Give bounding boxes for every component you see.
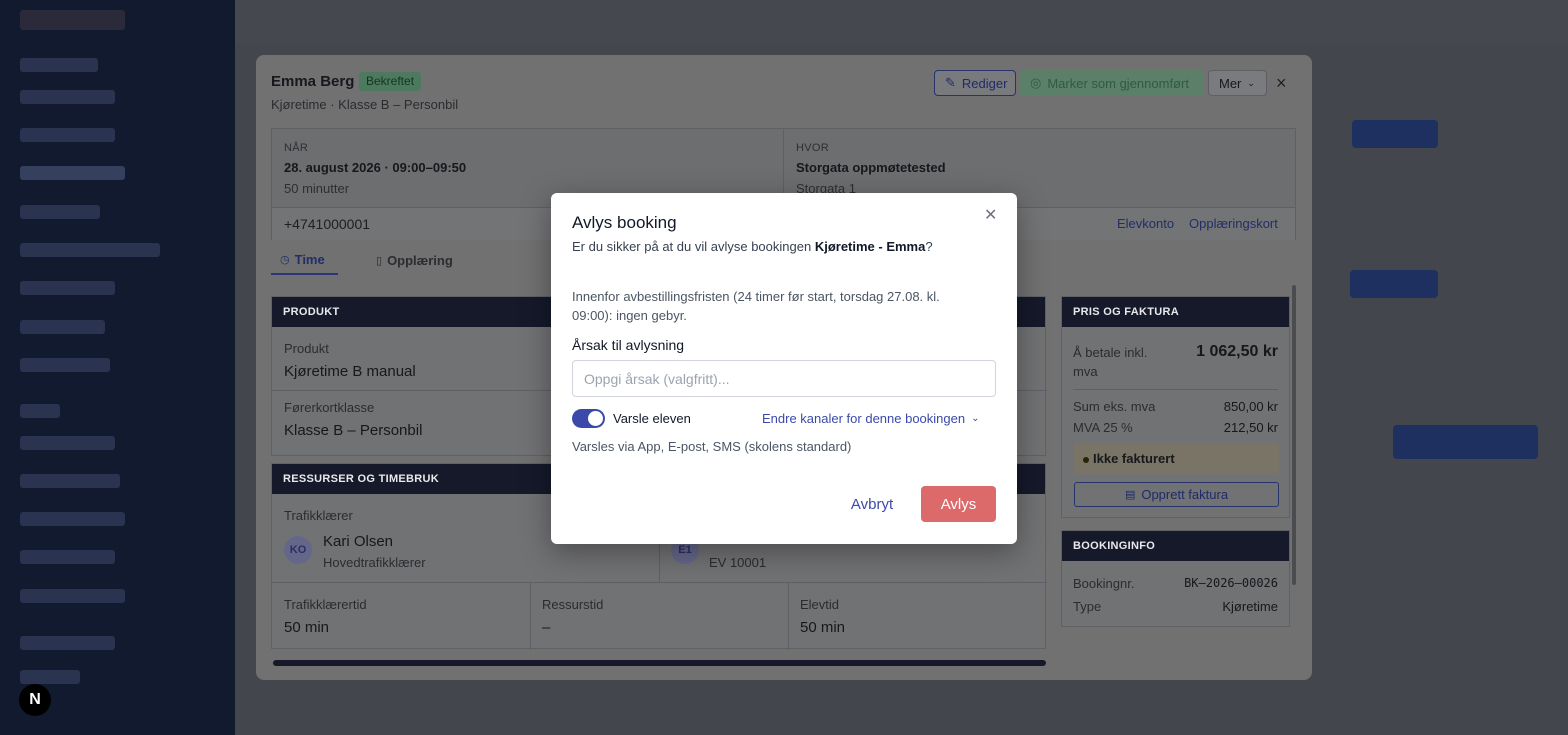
book-icon: ▯ (376, 254, 383, 267)
change-channels-label: Endre kanaler for denne bookingen (762, 411, 966, 426)
confirm-cancel-booking-button[interactable]: Avlys (921, 486, 996, 522)
close-icon[interactable]: ✕ (984, 205, 997, 225)
booking-number-label: Bookingnr. (1073, 576, 1135, 591)
app-logo (20, 10, 125, 30)
reason-label: Årsak til avlysning (572, 337, 685, 353)
instructor-time-value: 50 min (284, 619, 330, 636)
when-value: 28. august 2026 · 09:00–09:50 (284, 160, 467, 175)
more-button[interactable]: Mer ⌄ (1208, 70, 1267, 96)
edit-button[interactable]: ✎ Rediger (934, 70, 1016, 96)
question-prefix: Er du sikker på at du vil avlyse booking… (572, 239, 815, 254)
student-time-label: Elevtid (800, 597, 840, 612)
phone-number[interactable]: +4741000001 (284, 216, 370, 232)
background-topbar (235, 0, 1568, 44)
chevron-down-icon: ⌄ (971, 413, 980, 424)
vat-value: 212,50 kr (1223, 420, 1278, 435)
training-card-link[interactable]: Opplæringskort (1189, 216, 1278, 231)
invoice-status-label: Ikke fakturert (1093, 451, 1175, 466)
document-icon: ▤ (1124, 489, 1136, 501)
license-class-value: Klasse B – Personbil (284, 422, 423, 439)
when-label: NÅR (284, 142, 309, 154)
instructor-avatar: KO (284, 536, 312, 564)
pricing-card: PRIS OG FAKTURA Å betale inkl. mva 1 062… (1061, 296, 1290, 518)
tab-training-label: Opplæring (387, 252, 453, 268)
pencil-icon: ✎ (945, 75, 956, 90)
booking-info-header: BOOKINGINFO (1062, 531, 1289, 561)
sum-value: 850,00 kr (1223, 399, 1278, 414)
booking-info-card: BOOKINGINFO Bookingnr. BK–2026–00026 Typ… (1061, 530, 1290, 627)
notification-channels-info: Varsles via App, E-post, SMS (skolens st… (572, 439, 852, 454)
clock-icon: ◷ (280, 253, 290, 266)
mark-complete-button[interactable]: ◎ Marker som gjennomført (1020, 70, 1204, 96)
more-button-label: Mer (1219, 75, 1242, 91)
toggle-knob (588, 411, 603, 426)
status-dot-icon (1083, 456, 1089, 463)
instructor-role: Hovedtrafikklærer (323, 555, 426, 570)
total-value: 1 062,50 kr (1196, 343, 1278, 360)
dialog-question: Er du sikker på at du vil avlyse booking… (572, 239, 933, 254)
sum-label: Sum eks. mva (1073, 399, 1156, 414)
change-channels-link[interactable]: Endre kanaler for denne bookingen ⌄ (762, 411, 979, 426)
cancellation-policy-note: Innenfor avbestillingsfristen (24 timer … (572, 289, 940, 323)
chevron-down-icon: ⌄ (1247, 77, 1255, 88)
modal-scrollbar[interactable] (1292, 285, 1296, 585)
resource-time-value: – (542, 619, 551, 636)
product-value: Kjøretime B manual (284, 363, 416, 380)
where-label: HVOR (796, 142, 829, 154)
instructor-time-label: Trafikklærertid (284, 597, 367, 612)
check-circle-icon: ◎ (1030, 75, 1042, 90)
resource-time-label: Ressurstid (542, 597, 604, 612)
close-icon[interactable]: × (1276, 73, 1287, 94)
booking-type-value: Kjøretime (1222, 599, 1278, 614)
reason-input[interactable] (572, 360, 996, 397)
question-suffix: ? (925, 239, 933, 254)
edit-button-label: Rediger (961, 75, 1008, 91)
tab-time-label: Time (294, 251, 325, 267)
cancel-booking-dialog: Avlys booking ✕ Er du sikker på at du vi… (551, 193, 1017, 544)
background-sidebar (0, 0, 235, 735)
pricing-header: PRIS OG FAKTURA (1062, 297, 1289, 327)
cancel-button[interactable]: Avbryt (831, 486, 913, 522)
license-class-label: Førerkortklasse (284, 400, 375, 415)
vat-label: MVA 25 % (1073, 420, 1133, 435)
student-time-value: 50 min (800, 619, 846, 636)
student-account-link[interactable]: Elevkonto (1117, 216, 1174, 231)
duration: 50 minutter (284, 181, 350, 196)
product-label: Produkt (284, 341, 329, 356)
create-invoice-button[interactable]: ▤ Opprett faktura (1074, 482, 1279, 507)
booking-name: Kjøretime - Emma (814, 239, 926, 254)
notify-student-toggle[interactable] (572, 409, 605, 428)
nextjs-badge-icon[interactable]: N (19, 684, 51, 716)
tab-training[interactable]: ▯ Opplæring (376, 245, 453, 275)
mark-complete-label: Marker som gjennomført (1047, 75, 1189, 91)
student-name: Emma Berg (271, 73, 355, 90)
invoice-status: Ikke fakturert (1074, 443, 1279, 474)
total-label-2: mva (1073, 364, 1098, 379)
instructor-name: Kari Olsen (323, 533, 394, 550)
booking-type-label: Type (1073, 599, 1102, 614)
total-label-1: Å betale inkl. (1073, 345, 1148, 360)
tab-time[interactable]: ◷ Time (271, 245, 338, 275)
tab-bar: ◷ Time ▯ Opplæring (271, 245, 571, 277)
status-badge: Bekreftet (359, 72, 422, 91)
next-card-header-edge (273, 660, 1046, 666)
booking-subtitle: Kjøretime · Klasse B – Personbil (271, 97, 459, 112)
instructor-label: Trafikklærer (284, 508, 353, 523)
vehicle-sub: EV 10001 (709, 555, 767, 570)
create-invoice-label: Opprett faktura (1141, 487, 1229, 502)
booking-number-value: BK–2026–00026 (1184, 576, 1278, 590)
dialog-title: Avlys booking (572, 213, 677, 232)
where-value: Storgata oppmøtetested (796, 160, 946, 175)
notify-student-label: Varsle eleven (613, 411, 691, 426)
